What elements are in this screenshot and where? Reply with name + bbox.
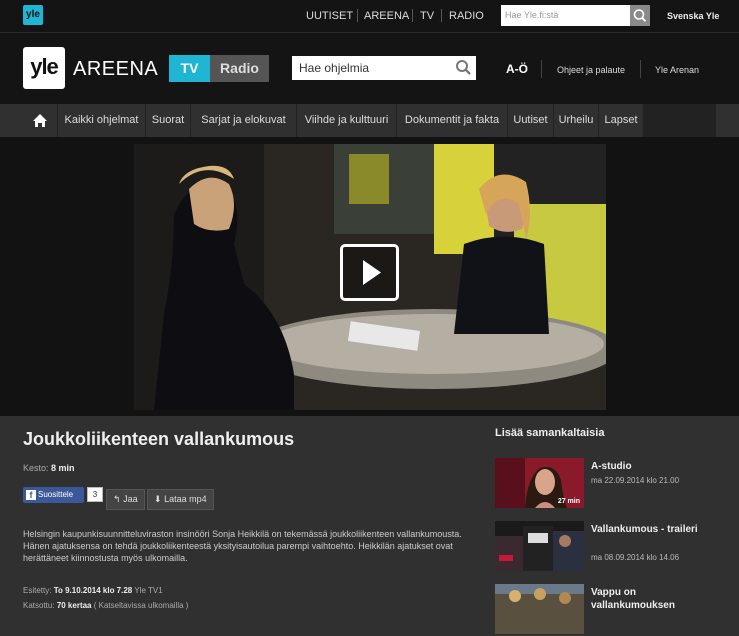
category-nav: Kaikki ohjelmat Suorat Sarjat ja elokuva…: [23, 104, 716, 137]
related-thumbnail[interactable]: [495, 584, 584, 634]
nav-uutiset[interactable]: UUTISET: [306, 10, 353, 22]
related-item[interactable]: Vallankumous - traileri ma 08.09.2014 kl…: [495, 521, 715, 573]
cat-suorat[interactable]: Suorat: [146, 104, 190, 137]
divider: [357, 9, 358, 22]
cat-dokumentit-ja-fakta[interactable]: Dokumentit ja fakta: [397, 104, 507, 137]
views-label: Katsottu:: [23, 601, 55, 610]
facebook-recommend-label: Suosittele: [38, 490, 74, 499]
download-mp4-button[interactable]: ⬇ Lataa mp4: [147, 489, 214, 510]
views-count: 70 kertaa: [56, 601, 92, 610]
download-icon: ⬇: [154, 494, 162, 504]
yle-logo[interactable]: yle: [23, 47, 65, 89]
facebook-recommend-button[interactable]: f Suosittele: [23, 487, 84, 503]
search-icon[interactable]: [455, 59, 473, 77]
site-search-button[interactable]: [630, 5, 650, 26]
program-title: Joukkoliikenteen vallankumous: [23, 429, 295, 449]
nav-tv[interactable]: TV: [420, 10, 434, 22]
cat-uutiset[interactable]: Uutiset: [508, 104, 553, 137]
yle-logo-small[interactable]: yle: [23, 5, 43, 25]
facebook-count: 3: [87, 487, 103, 502]
share-icon: ↰: [113, 494, 121, 504]
cat-sarjat-ja-elokuvat[interactable]: Sarjat ja elokuvat: [191, 104, 296, 137]
help-feedback-link[interactable]: Ohjeet ja palaute: [557, 65, 625, 75]
views-note: ( Katseltavissa ulkomailla ): [93, 601, 189, 610]
related-duration: 27 min: [557, 498, 580, 505]
areena-header: yle AREENA TV Radio Hae ohjelmia A-Ö Ohj…: [0, 33, 739, 104]
site-search-input[interactable]: Hae Yle.fi:stä: [501, 5, 630, 26]
top-bar: yle UUTISET AREENA TV RADIO Hae Yle.fi:s…: [0, 0, 739, 33]
duration-label: Kesto:: [23, 463, 49, 473]
facebook-icon: f: [26, 490, 36, 500]
share-button[interactable]: ↰ Jaa: [106, 489, 145, 510]
duration-row: Kesto: 8 min: [23, 463, 75, 473]
cat-viihde-ja-kulttuuri[interactable]: Viihde ja kulttuuri: [297, 104, 396, 137]
related-date: ma 22.09.2014 klo 21.00: [591, 476, 680, 485]
divider: [640, 60, 641, 78]
nav-radio[interactable]: RADIO: [449, 10, 484, 22]
play-button[interactable]: [340, 244, 399, 301]
related-item[interactable]: 27 min A-studio ma 22.09.2014 klo 21.00: [495, 458, 715, 510]
yle-arenan-link[interactable]: Yle Arenan: [655, 65, 699, 75]
play-icon: [363, 260, 381, 285]
views-row: Katsottu: 70 kertaa ( Katseltavissa ulko…: [23, 601, 188, 610]
program-description: Helsingin kaupunkisuunnitteluviraston in…: [23, 529, 462, 563]
vappu-thumbnail: [495, 584, 584, 634]
home-icon: [33, 114, 47, 127]
aired-label: Esitetty:: [23, 586, 52, 595]
related-title: Lisää samankaltaisia: [495, 427, 605, 439]
aired-row: Esitetty: To 9.10.2014 klo 7.28 Yle TV1: [23, 586, 163, 595]
vallankumous-thumbnail: [495, 521, 584, 571]
related-name[interactable]: Vappu on vallankumouksen: [591, 586, 711, 612]
cat-urheilu[interactable]: Urheilu: [554, 104, 598, 137]
share-label: Jaa: [123, 494, 138, 504]
az-index-link[interactable]: A-Ö: [506, 62, 528, 76]
cat-kaikki-ohjelmat[interactable]: Kaikki ohjelmat: [58, 104, 145, 137]
related-name[interactable]: Vallankumous - traileri: [591, 523, 711, 536]
related-date: ma 08.09.2014 klo 14.06: [591, 553, 680, 562]
duration-value: 8 min: [51, 463, 75, 473]
related-thumbnail[interactable]: 27 min: [495, 458, 584, 508]
tab-radio[interactable]: Radio: [210, 55, 269, 82]
search-icon: [633, 9, 647, 22]
program-search-input[interactable]: Hae ohjelmia: [292, 56, 476, 80]
related-name[interactable]: A-studio: [591, 460, 711, 473]
download-label: Lataa mp4: [164, 494, 207, 504]
aired-channel: Yle TV1: [134, 586, 163, 595]
aired-date: To 9.10.2014 klo 7.28: [53, 586, 133, 595]
areena-brand[interactable]: AREENA: [73, 58, 158, 81]
home-button[interactable]: [23, 104, 57, 137]
nav-areena[interactable]: AREENA: [364, 10, 409, 22]
divider: [412, 9, 413, 22]
divider: [541, 60, 542, 78]
related-item[interactable]: Vappu on vallankumouksen: [495, 584, 715, 636]
tab-tv[interactable]: TV: [169, 55, 210, 82]
divider: [441, 9, 442, 22]
related-thumbnail[interactable]: [495, 521, 584, 571]
cat-lapset[interactable]: Lapset: [599, 104, 643, 137]
svenska-yle-link[interactable]: Svenska Yle: [667, 11, 719, 21]
